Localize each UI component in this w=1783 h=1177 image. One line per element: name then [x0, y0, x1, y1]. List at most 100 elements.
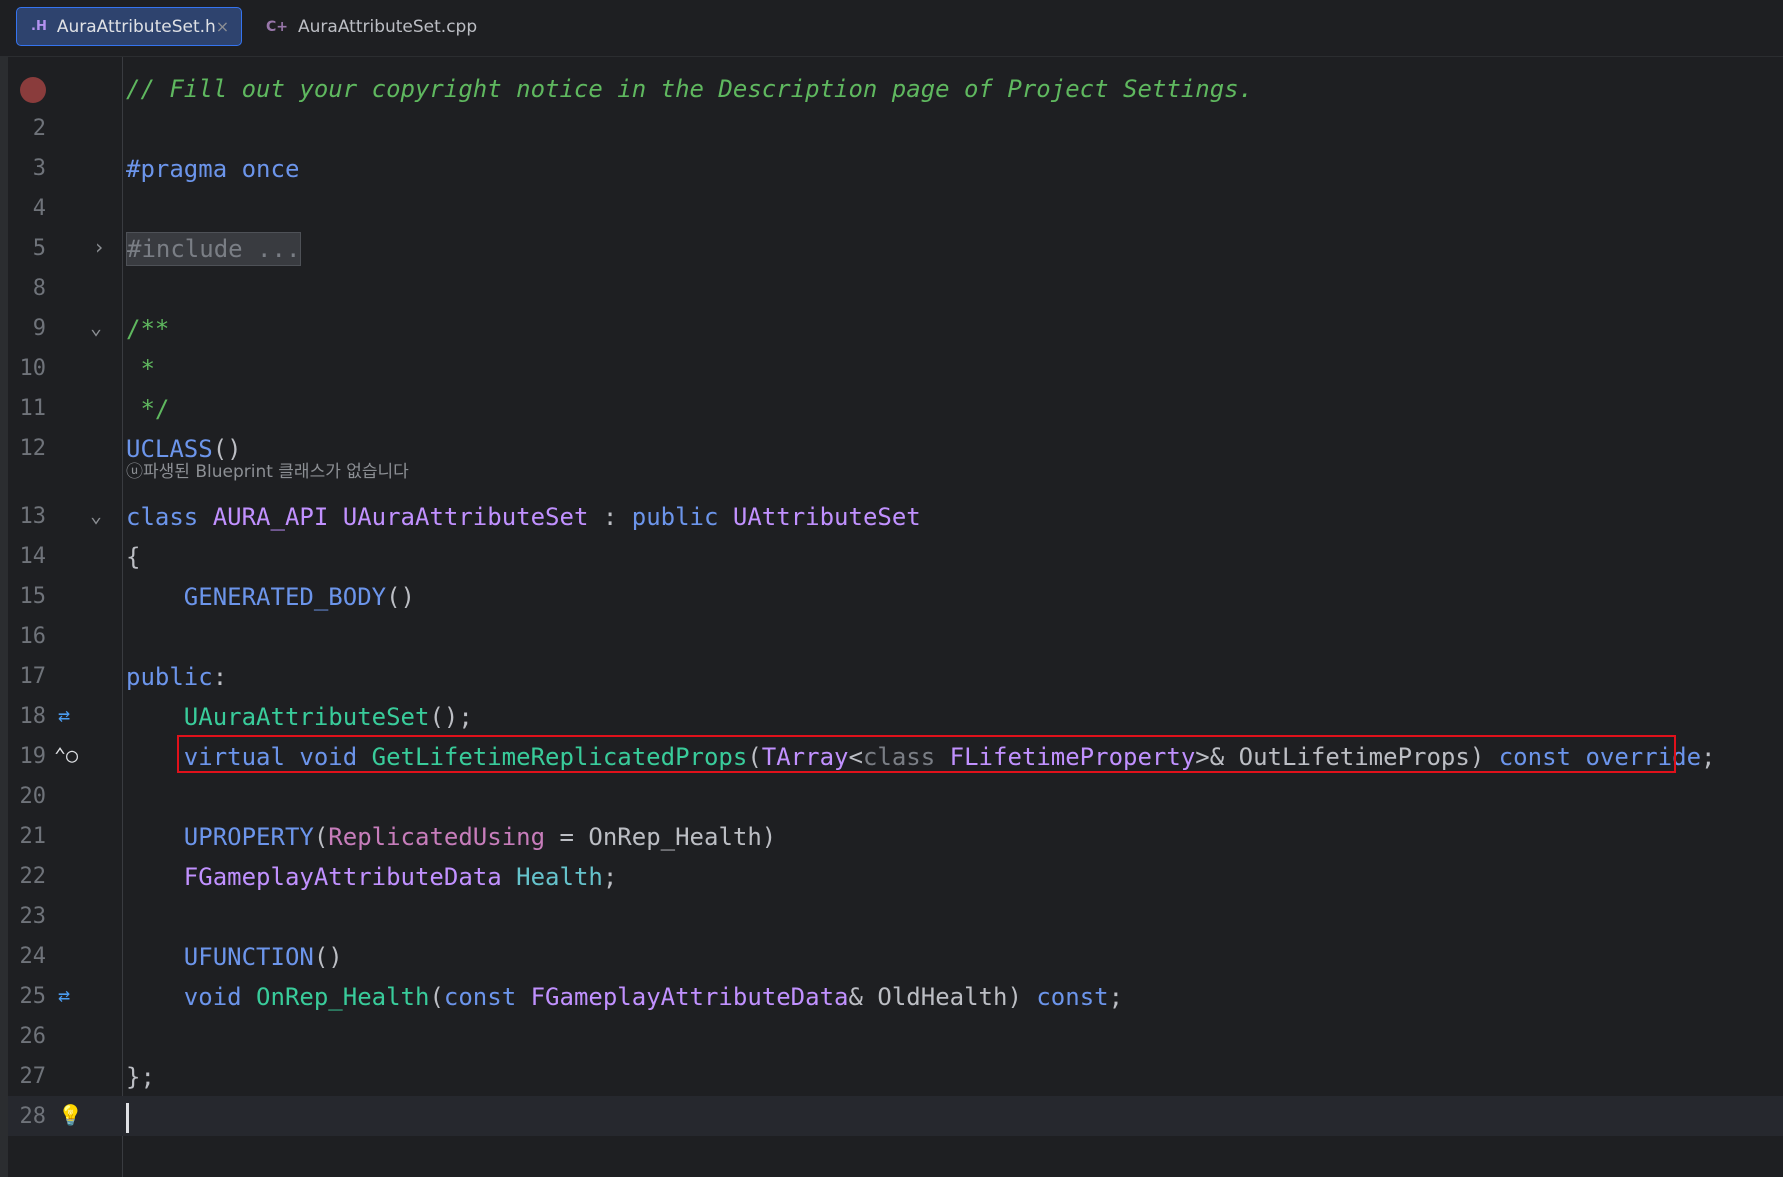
- code-token: Health: [516, 863, 603, 891]
- code-line[interactable]: 10 *: [0, 349, 1783, 389]
- code-token: OnRep_Health: [256, 983, 430, 1011]
- code-line[interactable]: 4: [0, 189, 1783, 229]
- line-number: 17: [19, 664, 47, 689]
- line-number: 27: [19, 1064, 47, 1089]
- code-line[interactable]: 14 {: [0, 537, 1783, 577]
- code-token: GENERATED_BODY: [183, 583, 387, 611]
- code-text: FGameplayAttributeData Health;: [126, 863, 618, 891]
- line-number: 26: [19, 1024, 47, 1049]
- code-line[interactable]: 26: [0, 1017, 1783, 1057]
- code-line[interactable]: 28 💡: [0, 1097, 1783, 1137]
- code-line[interactable]: 15 GENERATED_BODY(): [0, 577, 1783, 617]
- code-text: {: [126, 543, 140, 571]
- code-line[interactable]: 25 ⇄ void OnRep_Health(const FGameplayAtt…: [0, 977, 1783, 1017]
- code-token: (: [313, 823, 329, 851]
- breakpoint-icon[interactable]: [20, 77, 46, 103]
- code-token: = OnRep_Health): [545, 823, 777, 851]
- code-text: class AURA_API UAuraAttributeSet : publi…: [126, 503, 921, 531]
- code-token: UAuraAttributeSet: [183, 703, 430, 731]
- code-token: ;: [1701, 743, 1716, 771]
- code-line[interactable]: 18 ⇄ UAuraAttributeSet();: [0, 697, 1783, 737]
- code-token: ();: [429, 703, 473, 731]
- navigate-implementation-icon[interactable]: ⇄: [58, 703, 70, 727]
- code-line[interactable]: 24 UFUNCTION(): [0, 937, 1783, 977]
- code-token: const: [443, 983, 531, 1011]
- code-token: */: [126, 395, 170, 423]
- chevron-down-icon[interactable]: ⌄: [90, 503, 102, 527]
- line-number: 3: [32, 156, 46, 181]
- chevron-down-icon[interactable]: ⌄: [90, 315, 102, 339]
- code-token: #pragma once: [126, 155, 300, 183]
- code-text: GENERATED_BODY(): [126, 583, 415, 611]
- code-text: */: [126, 395, 169, 423]
- code-token: :: [212, 663, 228, 691]
- code-text: public:: [126, 663, 227, 691]
- code-token: AURA_API: [212, 503, 343, 531]
- code-line[interactable]: // Fill out your copyright notice in the…: [0, 69, 1783, 109]
- code-token: :: [588, 503, 632, 531]
- code-line[interactable]: 8: [0, 269, 1783, 309]
- selection-highlight-box: [177, 735, 1676, 773]
- code-line[interactable]: 3 #pragma once: [0, 149, 1783, 189]
- code-text: void OnRep_Health(const FGameplayAttribu…: [126, 983, 1123, 1011]
- code-line[interactable]: 20: [0, 777, 1783, 817]
- code-text: *: [126, 355, 154, 383]
- code-line[interactable]: 23: [0, 897, 1783, 937]
- code-line[interactable]: 27};: [0, 1057, 1783, 1097]
- line-number: 12: [19, 436, 47, 461]
- code-line[interactable]: 9 ⌄ /**: [0, 309, 1783, 349]
- code-token: UAttributeSet: [732, 503, 921, 531]
- code-editor[interactable]: // Fill out your copyright notice in the…: [0, 57, 1783, 1177]
- code-line[interactable]: 21 UPROPERTY(ReplicatedUsing = OnRep_Hea…: [0, 817, 1783, 857]
- line-number: 14: [19, 544, 47, 569]
- code-line[interactable]: 16: [0, 617, 1783, 657]
- line-number: 19: [19, 744, 47, 769]
- editor-tab-bar: .H AuraAttributeSet.h × C+ AuraAttribute…: [0, 0, 1783, 57]
- line-number: 10: [19, 356, 47, 381]
- line-number: 8: [32, 276, 46, 301]
- line-number: 15: [19, 584, 47, 609]
- line-number: 11: [19, 396, 47, 421]
- code-text: UFUNCTION(): [126, 943, 343, 971]
- code-token: FGameplayAttributeData: [183, 863, 517, 891]
- chevron-right-icon[interactable]: ›: [93, 235, 105, 259]
- tab-aura-attribute-set-cpp[interactable]: C+ AuraAttributeSet.cpp: [252, 7, 491, 46]
- cpp-file-icon: C+: [266, 18, 289, 35]
- code-token: // Fill out your copyright notice in the…: [126, 75, 1254, 103]
- override-icon[interactable]: ⌃○: [54, 743, 78, 767]
- close-icon[interactable]: ×: [216, 17, 229, 36]
- code-token: ;: [1108, 983, 1124, 1011]
- code-line[interactable]: 22 FGameplayAttributeData Health;: [0, 857, 1783, 897]
- blueprint-hint[interactable]: ⓤ파생된 Blueprint 클래스가 없습니다: [126, 457, 409, 482]
- code-line[interactable]: 2: [0, 109, 1783, 149]
- code-token: ReplicatedUsing: [328, 823, 546, 851]
- lightbulb-icon[interactable]: 💡: [58, 1103, 83, 1127]
- tab-aura-attribute-set-h[interactable]: .H AuraAttributeSet.h ×: [16, 7, 242, 46]
- code-token: ): [1007, 983, 1037, 1011]
- code-token: UPROPERTY: [183, 823, 314, 851]
- code-line[interactable]: 11 */: [0, 389, 1783, 429]
- code-line[interactable]: 17 public:: [0, 657, 1783, 697]
- text-caret: [126, 1103, 129, 1133]
- code-token: };: [126, 1063, 155, 1091]
- code-line[interactable]: 13 ⌄ class AURA_API UAuraAttributeSet : pu…: [0, 497, 1783, 537]
- code-text: UAuraAttributeSet();: [126, 703, 473, 731]
- tab-label: AuraAttributeSet.cpp: [298, 16, 478, 37]
- navigate-implementation-icon[interactable]: ⇄: [58, 983, 70, 1007]
- code-token[interactable]: #include ...: [126, 232, 302, 266]
- code-text: #include ...: [126, 232, 302, 266]
- line-number: 4: [32, 196, 46, 221]
- code-token: public: [126, 663, 213, 691]
- code-line[interactable]: 5 › #include ...: [0, 229, 1783, 269]
- line-number: 21: [19, 824, 47, 849]
- line-number: 13: [19, 504, 47, 529]
- line-number: 22: [19, 864, 47, 889]
- code-token: void: [183, 983, 257, 1011]
- code-token: FGameplayAttributeData: [530, 983, 849, 1011]
- line-number: 2: [32, 116, 46, 141]
- code-token: UFUNCTION: [183, 943, 314, 971]
